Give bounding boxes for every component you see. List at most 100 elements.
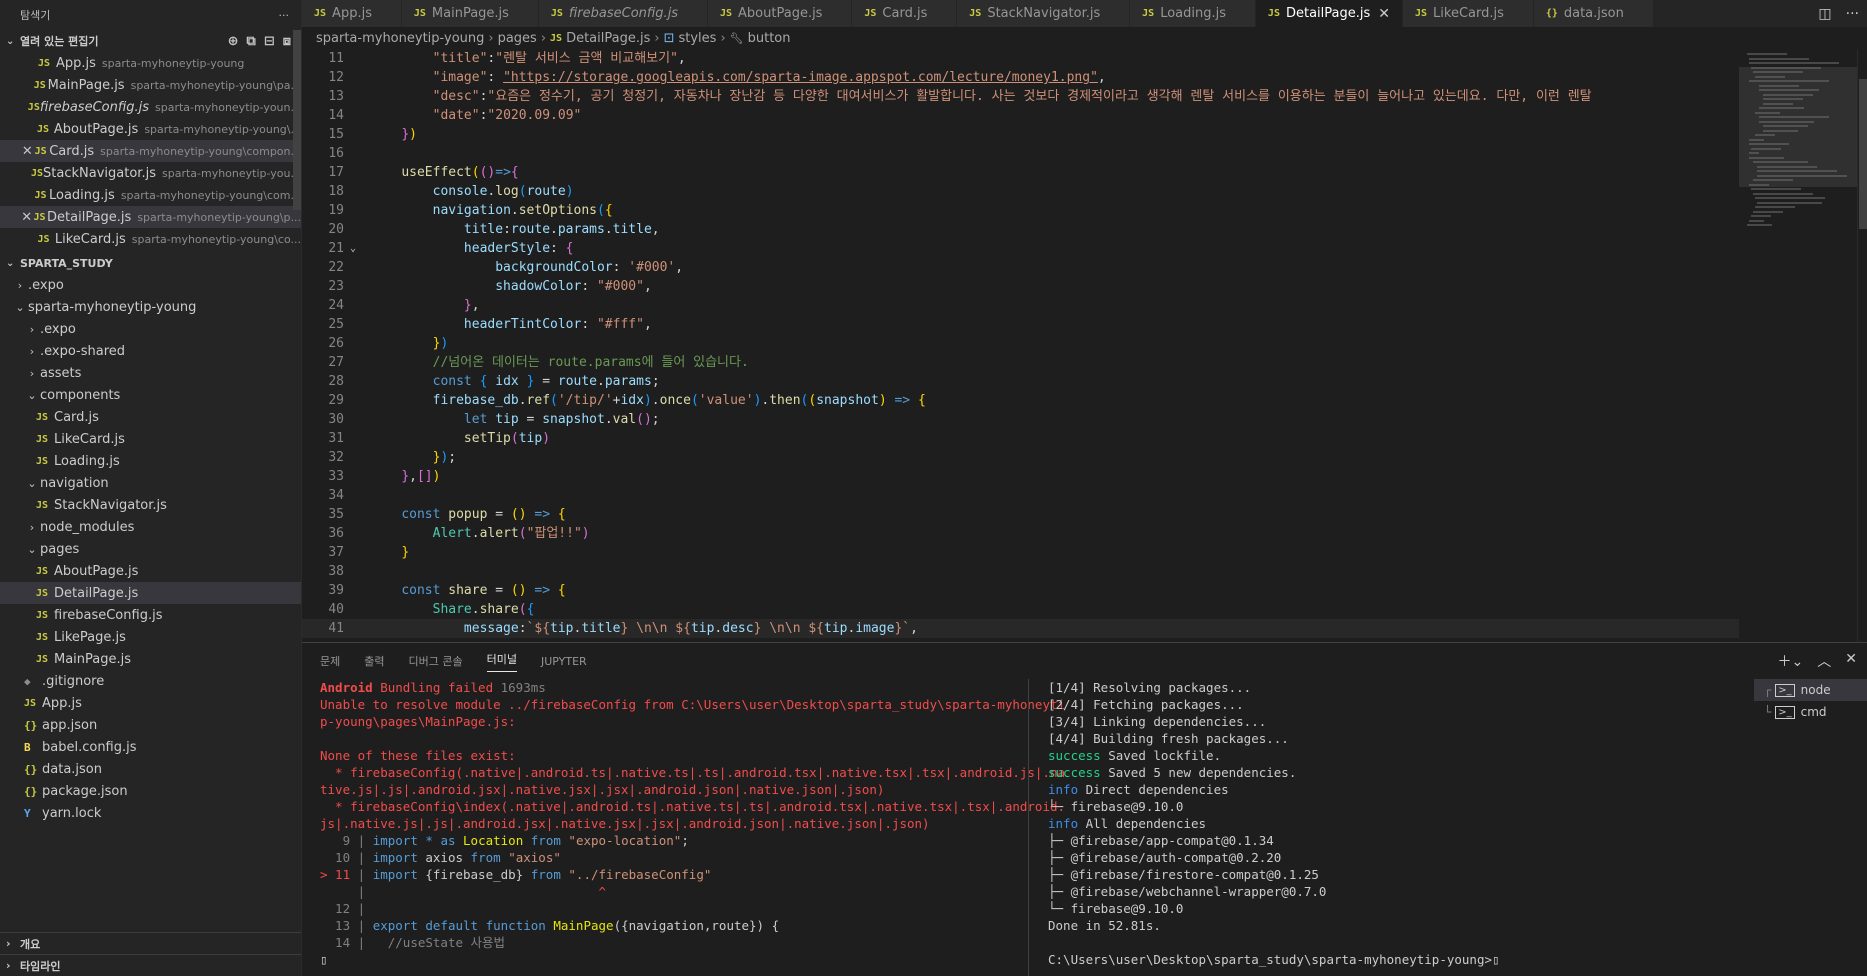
tab-stacknavigator-js[interactable]: JS StackNavigator.js	[957, 0, 1131, 27]
new-file-icon[interactable]: ⊕	[228, 34, 239, 49]
code-line[interactable]: 22 backgroundColor: '#000',	[302, 258, 1739, 277]
code-line[interactable]: 19 navigation.setOptions({	[302, 201, 1739, 220]
terminal-list-item[interactable]: └ >_ cmd	[1754, 701, 1867, 723]
close-icon[interactable]: ✕	[20, 210, 34, 225]
code-line[interactable]: 27 //넘어온 데이터는 route.params에 들어 있습니다.	[302, 353, 1739, 372]
code-line[interactable]: 41 message:`${tip.title} \n\n ${tip.desc…	[302, 619, 1739, 638]
open-editor-item[interactable]: JS Loading.js sparta-myhoneytip-young\com.…	[0, 184, 301, 206]
tab-likecard-js[interactable]: JS LikeCard.js	[1403, 0, 1534, 27]
breadcrumb-item[interactable]: styles	[678, 31, 716, 46]
folder-item[interactable]: › node_modules	[0, 516, 301, 538]
code-line[interactable]: 39 const share = () => {	[302, 581, 1739, 600]
open-editor-item[interactable]: JS StackNavigator.js sparta-myhoneytip-you…	[0, 162, 301, 184]
code-line[interactable]: 31 setTip(tip)	[302, 429, 1739, 448]
code-line[interactable]: 30 let tip = snapshot.val();	[302, 410, 1739, 429]
file-item[interactable]: Yyarn.lock	[0, 802, 301, 824]
file-item[interactable]: JS Loading.js	[0, 450, 301, 472]
open-editor-item[interactable]: JS LikeCard.js sparta-myhoneytip-young\co.…	[0, 228, 301, 250]
code-line[interactable]: 23 shadowColor: "#000",	[302, 277, 1739, 296]
timeline-section-header[interactable]: › 타임라인	[0, 954, 301, 976]
close-all-icon[interactable]: ⊟	[264, 34, 275, 49]
file-item[interactable]: {} data.json	[0, 758, 301, 780]
tab-firebaseconfig-js[interactable]: JS firebaseConfig.js	[538, 0, 708, 27]
code-line[interactable]: 37 }	[302, 543, 1739, 562]
file-item[interactable]: {} app.json	[0, 714, 301, 736]
code-line[interactable]: 13 "desc":"요즘은 정수기, 공기 청정기, 자동차나 장난감 등 다…	[302, 87, 1739, 106]
folder-item[interactable]: › .expo	[0, 318, 301, 340]
folder-item[interactable]: ⌄ pages	[0, 538, 301, 560]
terminal-output-node[interactable]: Android Bundling failed 1693ms Unable to…	[320, 679, 1065, 968]
tab-loading-js[interactable]: JS Loading.js	[1130, 0, 1256, 27]
panel-tab[interactable]: JUPYTER	[541, 655, 587, 668]
file-item[interactable]: JS LikePage.js	[0, 626, 301, 648]
close-icon[interactable]: ✕	[20, 144, 35, 159]
project-section-header[interactable]: ⌄ SPARTA_STUDY	[0, 252, 301, 274]
minimap[interactable]	[1739, 49, 1857, 642]
split-editor-icon[interactable]: ◫	[1818, 6, 1831, 22]
panel-tab[interactable]: 터미널	[486, 651, 517, 672]
folder-item[interactable]: ⌄ sparta-myhoneytip-young	[0, 296, 301, 318]
editor-scrollbar[interactable]	[1857, 49, 1867, 642]
code-line[interactable]: 33 },[])	[302, 467, 1739, 486]
folder-item[interactable]: › assets	[0, 362, 301, 384]
panel-tab[interactable]: 디버그 콘솔	[409, 653, 463, 669]
file-item[interactable]: JS DetailPage.js	[0, 582, 301, 604]
open-editor-item[interactable]: JS MainPage.js sparta-myhoneytip-young\pa.…	[0, 74, 301, 96]
code-line[interactable]: 16	[302, 144, 1739, 163]
code-line[interactable]: 38	[302, 562, 1739, 581]
more-actions-icon[interactable]: ···	[279, 9, 290, 22]
file-item[interactable]: Bbabel.config.js	[0, 736, 301, 758]
code-line[interactable]: 14 "date":"2020.09.09"	[302, 106, 1739, 125]
collapse-all-icon[interactable]: ⧈	[283, 34, 291, 49]
open-editor-item[interactable]: JS AboutPage.js sparta-myhoneytip-young\..…	[0, 118, 301, 140]
file-item[interactable]: JS firebaseConfig.js	[0, 604, 301, 626]
tab-card-js[interactable]: JS Card.js	[852, 0, 958, 27]
open-editors-section-header[interactable]: ⌄ 열려 있는 편집기 ⊕ ⧉ ⊟ ⧈	[0, 30, 301, 52]
folder-item[interactable]: › .expo	[0, 274, 301, 296]
terminal-output-cmd[interactable]: [1/4] Resolving packages... [2/4] Fetchi…	[1048, 679, 1728, 968]
open-editor-item[interactable]: ✕ JS Card.js sparta-myhoneytip-young\compo…	[0, 140, 301, 162]
panel-tab[interactable]: 출력	[364, 653, 384, 669]
open-editor-item[interactable]: ✕ JS DetailPage.js sparta-myhoneytip-young…	[0, 206, 301, 228]
minimap-slider[interactable]	[1739, 67, 1857, 187]
tab-data-json[interactable]: {} data.json	[1533, 0, 1654, 27]
breadcrumb-item[interactable]: pages	[498, 31, 537, 46]
code-line[interactable]: 25 headerTintColor: "#fff",	[302, 315, 1739, 334]
tab-mainpage-js[interactable]: JS MainPage.js	[401, 0, 539, 27]
folder-item[interactable]: ⌄ navigation	[0, 472, 301, 494]
panel-tab[interactable]: 문제	[320, 653, 340, 669]
more-actions-icon[interactable]: ···	[1846, 6, 1859, 22]
code-editor[interactable]: 11 "title":"렌탈 서비스 금액 비교해보기", 12 "image":…	[302, 49, 1739, 642]
file-item[interactable]: JS StackNavigator.js	[0, 494, 301, 516]
outline-section-header[interactable]: › 개요	[0, 932, 301, 954]
code-line[interactable]: 32 });	[302, 448, 1739, 467]
terminal-list-item[interactable]: ┌ >_ node	[1754, 679, 1867, 701]
code-line[interactable]: 18 console.log(route)	[302, 182, 1739, 201]
code-line[interactable]: 29 firebase_db.ref('/tip/'+idx).once('va…	[302, 391, 1739, 410]
file-item[interactable]: JS App.js	[0, 692, 301, 714]
sidebar-scrollbar[interactable]	[293, 30, 301, 210]
maximize-panel-icon[interactable]: ︿	[1817, 651, 1831, 671]
close-icon[interactable]: ✕	[1378, 6, 1390, 22]
file-item[interactable]: JS LikeCard.js	[0, 428, 301, 450]
open-editor-item[interactable]: JS App.js sparta-myhoneytip-young	[0, 52, 301, 74]
tab-aboutpage-js[interactable]: JS AboutPage.js	[707, 0, 853, 27]
code-line[interactable]: 26 })	[302, 334, 1739, 353]
file-item[interactable]: JS AboutPage.js	[0, 560, 301, 582]
code-line[interactable]: 35 const popup = () => {	[302, 505, 1739, 524]
new-terminal-icon[interactable]: ＋⌄	[1778, 651, 1804, 671]
editor-scroll-thumb[interactable]	[1859, 79, 1867, 229]
tab-detailpage-js[interactable]: JS DetailPage.js ✕	[1255, 0, 1403, 27]
code-line[interactable]: 12 "image": "https://storage.googleapis.…	[302, 68, 1739, 87]
code-line[interactable]: 36 Alert.alert("팝업!!")	[302, 524, 1739, 543]
fold-chevron-icon[interactable]: ⌄	[344, 239, 362, 258]
file-item[interactable]: JS Card.js	[0, 406, 301, 428]
code-line[interactable]: 28 const { idx } = route.params;	[302, 372, 1739, 391]
save-all-icon[interactable]: ⧉	[247, 34, 256, 49]
tab-app-js[interactable]: JS App.js	[302, 0, 402, 27]
code-line[interactable]: 20 title:route.params.title,	[302, 220, 1739, 239]
code-line[interactable]: 11 "title":"렌탈 서비스 금액 비교해보기",	[302, 49, 1739, 68]
open-editor-item[interactable]: JS firebaseConfig.js sparta-myhoneytip-you…	[0, 96, 301, 118]
file-item[interactable]: {} package.json	[0, 780, 301, 802]
breadcrumb-item[interactable]: sparta-myhoneytip-young	[316, 31, 484, 46]
